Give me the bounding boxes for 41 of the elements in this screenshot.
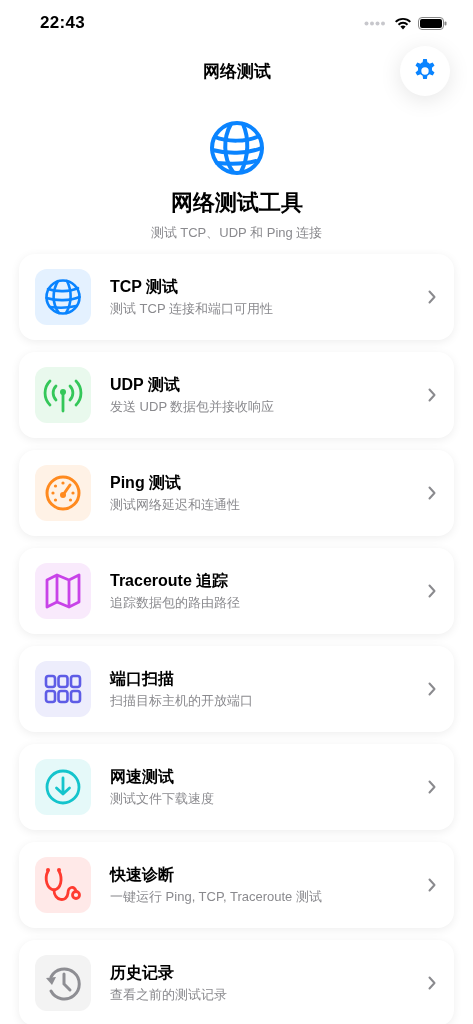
tool-description: 测试网络延迟和连通性 [110, 495, 241, 514]
tool-description: 测试 TCP 连接和端口可用性 [110, 299, 274, 318]
chevron-icon [428, 584, 436, 598]
tool-card[interactable]: UDP 测试 发送 UDP 数据包并接收响应 [19, 352, 454, 438]
tool-description: 扫描目标主机的开放端口 [110, 691, 254, 710]
tool-title: Traceroute 追踪 [110, 570, 230, 591]
tool-card[interactable]: 快速诊断 一键运行 Ping, TCP, Traceroute 测试 [19, 842, 454, 928]
tool-description: 发送 UDP 数据包并接收响应 [110, 397, 276, 416]
tool-title: TCP 测试 [110, 276, 180, 297]
tool-description: 追踪数据包的路由路径 [110, 593, 241, 612]
battery-icon [418, 16, 447, 30]
tool-title: UDP 测试 [110, 374, 181, 395]
chevron-icon [428, 976, 436, 990]
chevron-icon [428, 780, 436, 794]
tool-card[interactable]: Ping 测试 测试网络延迟和连通性 [19, 450, 454, 536]
chevron-icon [428, 290, 436, 304]
tool-card[interactable]: 历史记录 查看之前的测试记录 [19, 940, 454, 1024]
tool-title: Ping 测试 [110, 472, 183, 493]
tool-description: 查看之前的测试记录 [110, 985, 228, 1004]
chevron-icon [428, 878, 436, 892]
nav-title: 网络测试 [202, 60, 271, 83]
status-time: 22:43 [40, 13, 85, 33]
app-subtitle: 测试 TCP、UDP 和 Ping 连接 [150, 224, 323, 242]
tool-description: 测试文件下载速度 [110, 789, 215, 808]
settings-button[interactable] [400, 46, 450, 96]
chevron-icon [428, 388, 436, 402]
tool-description: 一键运行 Ping, TCP, Traceroute 测试 [110, 887, 323, 906]
tool-card[interactable]: TCP 测试 测试 TCP 连接和端口可用性 [19, 254, 454, 340]
chevron-icon [428, 486, 436, 500]
tool-card[interactable]: Traceroute 追踪 追踪数据包的路由路径 [19, 548, 454, 634]
tool-title: 端口扫描 [110, 668, 175, 689]
app-heading: 网络测试工具 [170, 189, 303, 217]
tool-card[interactable]: 端口扫描 扫描目标主机的开放端口 [19, 646, 454, 732]
tool-title: 历史记录 [110, 962, 175, 983]
tool-title: 快速诊断 [110, 864, 175, 885]
tool-card[interactable]: 网速测试 测试文件下载速度 [19, 744, 454, 830]
signal-icon [364, 20, 386, 26]
globe-icon [208, 120, 265, 176]
chevron-icon [428, 682, 436, 696]
tool-title: 网速测试 [110, 766, 175, 787]
wifi-icon [394, 16, 412, 30]
